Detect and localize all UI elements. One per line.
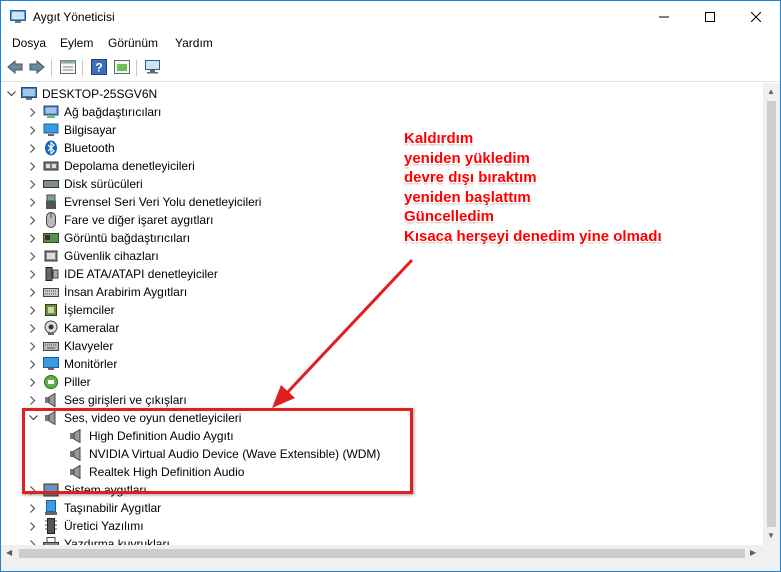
annotation-line: yeniden yükledim [404,149,530,167]
annotation-line: Kaldırdım [404,130,474,147]
annotation-line: devre dışı bıraktım [404,169,537,186]
annotation-arrow-icon [272,258,414,408]
annotation-line: Güncelledim [404,208,495,225]
annotation-text: Kaldırdım yeniden yükledim devre dışı bı… [404,129,662,246]
annotation-line: Kısaca herşeyi denedim yine olmadı [404,227,662,245]
annotation-line: yeniden başlattım [404,188,531,206]
